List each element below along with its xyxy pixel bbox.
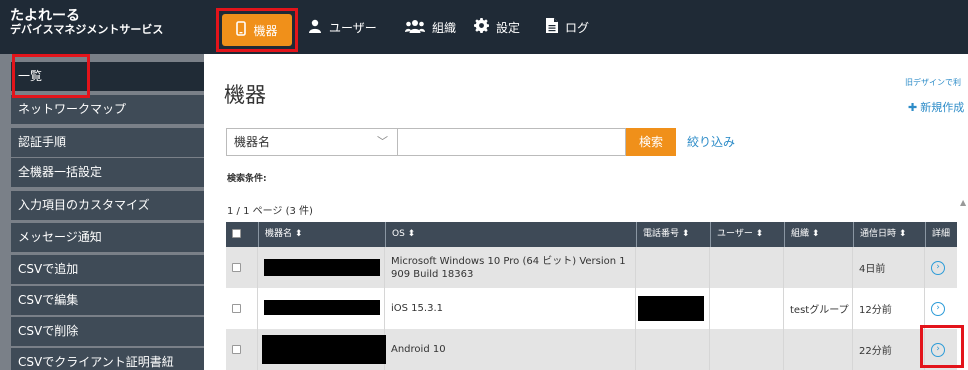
- new-create-link[interactable]: ✚ 新規作成: [908, 99, 964, 115]
- page-title: 機器: [224, 83, 266, 107]
- search-button[interactable]: 検索: [626, 128, 676, 156]
- sidebar-item-customize-fields[interactable]: 入力項目のカスタマイズ: [11, 191, 204, 220]
- search-field-value: 機器名: [234, 135, 271, 149]
- cell-os: iOS 15.3.1: [385, 288, 636, 329]
- highlight-box-detail: [920, 325, 964, 368]
- comm-time-value: 22分前: [859, 346, 892, 357]
- plus-icon: ✚: [908, 101, 918, 114]
- search-conditions-label: 検索条件:: [227, 174, 267, 184]
- row-select-cell: [226, 329, 258, 370]
- cell-detail: ›: [925, 288, 957, 329]
- sidebar-item-csv-edit[interactable]: CSVで編集: [11, 286, 204, 315]
- detail-arrow-icon[interactable]: ›: [931, 260, 945, 275]
- cell-user: [710, 329, 784, 370]
- sidebar-item-csv-add[interactable]: CSVで追加: [11, 255, 204, 284]
- header-os[interactable]: OS ⬍: [385, 222, 636, 247]
- redacted-device-name: [262, 335, 386, 364]
- redacted-device-name: [264, 259, 380, 276]
- cell-phone: [636, 247, 710, 288]
- cell-org: testグループ: [784, 288, 853, 329]
- header-org[interactable]: 組織 ⬍: [784, 222, 853, 247]
- cell-phone: [636, 329, 710, 370]
- row-select-cell: [226, 288, 258, 329]
- os-value: Microsoft Windows 10 Pro (64 ビット) Versio…: [391, 255, 626, 280]
- detail-arrow-icon[interactable]: ›: [931, 301, 945, 316]
- brand-line2: デバイスマネジメントサービス: [10, 23, 164, 36]
- header-select-all-cell[interactable]: [226, 222, 258, 247]
- cell-detail: ›: [925, 247, 957, 288]
- cell-user: [710, 247, 784, 288]
- select-all-checkbox[interactable]: [232, 229, 241, 238]
- row-checkbox[interactable]: [232, 263, 241, 272]
- scroll-up-icon[interactable]: ▲: [960, 198, 966, 207]
- header-device-name[interactable]: 機器名 ⬍: [258, 222, 385, 247]
- row-checkbox[interactable]: [232, 345, 241, 354]
- row-select-cell: [226, 247, 258, 288]
- sidebar-item-csv-client-cert[interactable]: CSVでクライアント証明書紐: [11, 348, 204, 370]
- cell-user: [710, 288, 784, 329]
- nav-settings-label: 設定: [496, 20, 521, 35]
- sidebar-item-csv-delete[interactable]: CSVで削除: [11, 317, 204, 346]
- nav-log-label: ログ: [565, 20, 590, 35]
- cell-comm-time: 12分前: [853, 288, 925, 329]
- cell-org: [784, 247, 853, 288]
- nav-orgs-label: 組織: [432, 20, 457, 35]
- group-icon: [405, 19, 425, 36]
- sidebar-item-network-map[interactable]: ネットワークマップ: [11, 95, 204, 124]
- header-comm-time[interactable]: 通信日時 ⬍: [853, 222, 925, 247]
- brand-line1: たよれーる: [10, 8, 80, 24]
- old-design-link[interactable]: 旧デザインで利: [905, 77, 961, 88]
- cell-os: Microsoft Windows 10 Pro (64 ビット) Versio…: [385, 247, 636, 288]
- row-checkbox[interactable]: [232, 304, 241, 313]
- sidebar-item-message-notify[interactable]: メッセージ通知: [11, 223, 204, 252]
- os-value: iOS 15.3.1: [391, 303, 443, 314]
- nav-settings[interactable]: 設定: [474, 12, 520, 42]
- user-icon: [308, 19, 322, 36]
- header-detail: 詳細: [925, 222, 957, 247]
- redacted-phone-number: [638, 296, 704, 321]
- comm-time-value: 12分前: [859, 305, 892, 316]
- top-nav-bar: たよれーる デバイスマネジメントサービス 機器 ユーザー 組織 設定 ログ: [0, 0, 968, 54]
- gear-icon: [474, 18, 489, 36]
- nav-users[interactable]: ユーザー: [308, 12, 377, 42]
- new-create-label: 新規作成: [920, 101, 965, 114]
- cell-org: [784, 329, 853, 370]
- search-input[interactable]: [397, 128, 626, 156]
- highlight-box-nav: [216, 8, 298, 52]
- header-phone[interactable]: 電話番号 ⬍: [636, 222, 710, 247]
- org-value: testグループ: [790, 305, 849, 316]
- nav-log[interactable]: ログ: [546, 12, 589, 42]
- nav-orgs[interactable]: 組織: [405, 12, 456, 42]
- chevron-down-icon: ﹀: [377, 135, 388, 148]
- comm-time-value: 4日前: [859, 264, 886, 275]
- nav-users-label: ユーザー: [329, 20, 377, 35]
- os-value: Android 10: [391, 344, 446, 355]
- sidebar-item-bulk-settings[interactable]: 全機器一括設定: [11, 158, 204, 187]
- cell-comm-time: 4日前: [853, 247, 925, 288]
- header-user[interactable]: ユーザー ⬍: [710, 222, 784, 247]
- redacted-device-name: [264, 300, 380, 315]
- narrow-down-link[interactable]: 絞り込み: [687, 133, 735, 150]
- document-icon: [546, 18, 558, 36]
- cell-os: Android 10: [385, 329, 636, 370]
- pagination-info: 1 / 1 ページ (3 件): [227, 206, 313, 217]
- cell-comm-time: 22分前: [853, 329, 925, 370]
- brand-logo[interactable]: たよれーる デバイスマネジメントサービス: [10, 9, 163, 37]
- highlight-box-sidebar: [12, 54, 90, 98]
- sidebar-item-auth-steps[interactable]: 認証手順: [11, 128, 204, 157]
- search-field-select[interactable]: 機器名 ﹀: [226, 128, 398, 156]
